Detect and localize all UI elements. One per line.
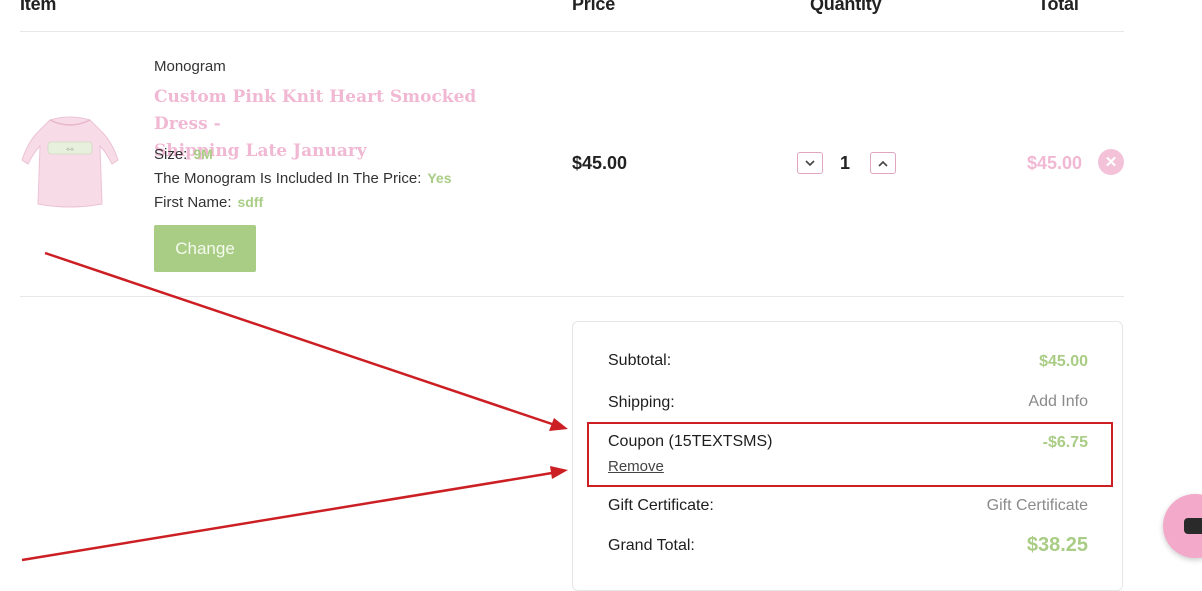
option-label: First Name: — [154, 194, 232, 211]
change-options-button[interactable]: Change — [154, 225, 256, 272]
annotation-arrow-upper — [44, 251, 553, 426]
item-divider — [20, 296, 1124, 297]
chevron-down-icon — [805, 159, 815, 166]
option-label: The Monogram Is Included In The Price: — [154, 170, 422, 187]
option-value: sdff — [237, 194, 264, 210]
gift-certificate-link[interactable]: Gift Certificate — [987, 497, 1088, 515]
option-value: Yes — [427, 170, 452, 186]
annotation-arrowhead-upper — [549, 418, 568, 431]
header-divider — [20, 31, 1124, 32]
annotation-arrowhead-lower — [550, 466, 568, 479]
subtotal-value: $45.00 — [1039, 353, 1088, 370]
option-value: 9M — [193, 146, 213, 162]
option-size: Size: 9M — [154, 146, 213, 163]
option-first-name: First Name: sdff — [154, 194, 263, 211]
product-thumbnail[interactable]: ⟡⟡ — [20, 112, 120, 210]
item-price: $45.00 — [572, 153, 628, 173]
quantity-value[interactable]: 1 — [840, 153, 850, 174]
shipping-label: Shipping: — [608, 394, 675, 411]
subtotal-label: Subtotal: — [608, 352, 672, 369]
product-brand: Monogram — [154, 58, 226, 75]
quantity-decrease-button[interactable] — [797, 152, 823, 174]
close-icon: ✕ — [1104, 154, 1118, 171]
coupon-highlight-box — [587, 422, 1113, 487]
chat-icon — [1184, 518, 1202, 534]
item-line-total: $45.00 — [1027, 153, 1083, 173]
remove-item-button[interactable]: ✕ — [1098, 149, 1124, 175]
header-price: Price — [572, 0, 616, 14]
header-quantity: Quantity — [810, 0, 882, 14]
grand-total-value: $38.25 — [1026, 534, 1088, 556]
svg-text:⟡⟡: ⟡⟡ — [66, 146, 74, 153]
header-total: Total — [1038, 0, 1079, 14]
grand-total-label: Grand Total: — [608, 537, 695, 554]
option-monogram: The Monogram Is Included In The Price: Ye… — [154, 170, 452, 187]
gift-certificate-label: Gift Certificate: — [608, 497, 714, 514]
product-name-line-1: Custom Pink Knit Heart Smocked Dress - — [154, 87, 477, 134]
chevron-up-icon — [878, 160, 888, 167]
annotation-arrow-lower — [21, 471, 553, 562]
quantity-increase-button[interactable] — [870, 152, 896, 174]
option-label: Size: — [154, 146, 188, 163]
shipping-add-info-link[interactable]: Add Info — [1028, 393, 1088, 411]
header-item: Item — [20, 0, 57, 14]
